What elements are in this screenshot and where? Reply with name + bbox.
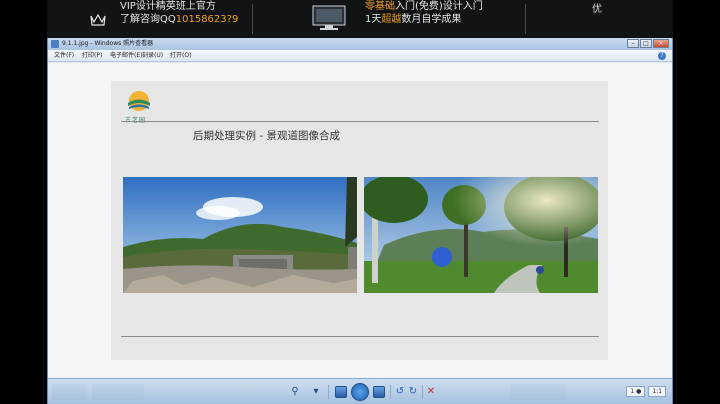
landscape-path-image xyxy=(364,177,598,293)
window-controls: – □ × xyxy=(627,39,669,48)
toolbar-left-area xyxy=(52,384,86,400)
monitor-icon xyxy=(312,5,346,30)
promo-zero-label: 零基础 xyxy=(365,1,395,12)
previous-button[interactable] xyxy=(335,386,347,398)
slide-title: 后期处理实例 - 景观道图像合成 xyxy=(193,130,340,142)
promo-left-text: VIP设计精英班上官方 了解咨询QQ10158623?9 xyxy=(120,0,238,38)
banner-divider xyxy=(252,4,253,34)
toolbar-separator xyxy=(328,385,329,399)
slide-image: 古艺园 后期处理实例 - 景观道图像合成 xyxy=(111,81,608,360)
promo-result-label: 数月自学成果 xyxy=(401,14,462,25)
crown-icon xyxy=(90,13,106,26)
promo-qq-number: 10158623?9 xyxy=(175,14,239,25)
banner-divider xyxy=(525,4,526,34)
minimize-button[interactable]: – xyxy=(627,39,639,48)
viewer-toolbar: ⚲ ▾ ↺ ↻ ✕ 1 ● 1:1 xyxy=(48,378,672,404)
menu-file[interactable]: 文件(F) xyxy=(54,50,74,62)
window-title: 9.1.1.jpg - Windows 照片查看器 xyxy=(62,40,154,47)
image-display-area[interactable]: 古艺园 后期处理实例 - 景观道图像合成 xyxy=(48,63,672,378)
maximize-button[interactable]: □ xyxy=(640,39,652,48)
photo-viewer-app-icon xyxy=(51,40,59,48)
promo-vip-label: VIP设计精英班 xyxy=(120,1,186,12)
logo-text: 古艺园 xyxy=(125,115,146,124)
top-divider xyxy=(121,121,599,122)
promo-middle-text: 零基础入门(免费)设计入门 1天超越数月自学成果 xyxy=(365,0,483,38)
menu-open[interactable]: 打开(O) xyxy=(170,50,191,62)
rotate-left-icon[interactable]: ↺ xyxy=(394,386,406,398)
toolbar-separator xyxy=(422,385,423,399)
menu-burn[interactable]: 刻录(U) xyxy=(142,50,163,62)
menu-bar: 文件(F) 打印(P) 电子邮件(E) 刻录(U) 打开(O) ? xyxy=(48,50,672,62)
zoom-level-field[interactable]: 1 ● xyxy=(626,386,646,397)
logo-icon xyxy=(128,91,150,111)
help-icon[interactable]: ? xyxy=(658,52,666,60)
toolbar-left-area xyxy=(92,384,144,400)
actual-size-icon[interactable]: ▾ xyxy=(310,386,322,398)
promo-right-text: 优 xyxy=(592,4,602,15)
promo-vip-suffix: 上官方 xyxy=(185,1,216,12)
close-button[interactable]: × xyxy=(653,39,669,48)
promo-qq-label: 了解咨询QQ xyxy=(120,14,176,25)
title-bar: 9.1.1.jpg - Windows 照片查看器 – □ × xyxy=(48,38,672,50)
promo-free-label: 入门(免费)设计入门 xyxy=(395,1,483,12)
menu-print[interactable]: 打印(P) xyxy=(82,50,102,62)
photo-viewer-window: 9.1.1.jpg - Windows 照片查看器 – □ × 文件(F) 打印… xyxy=(47,38,673,404)
bottom-divider xyxy=(121,336,599,337)
menu-email[interactable]: 电子邮件(E) xyxy=(110,50,142,62)
after-photo xyxy=(364,177,598,293)
promo-day-label: 1天 xyxy=(365,14,382,25)
slideshow-button[interactable] xyxy=(351,383,369,401)
zoom-icon[interactable]: ⚲ xyxy=(289,386,301,398)
zoom-mode-field[interactable]: 1:1 xyxy=(648,386,666,397)
toolbar-separator xyxy=(390,385,391,399)
delete-icon[interactable]: ✕ xyxy=(425,386,437,398)
toolbar-right-area xyxy=(510,384,566,400)
promo-beyond-label: 超越 xyxy=(381,14,402,25)
before-photo xyxy=(123,177,357,293)
next-button[interactable] xyxy=(373,386,385,398)
quarry-site-image xyxy=(123,177,357,293)
promo-banner: VIP设计精英班上官方 了解咨询QQ10158623?9 零基础入门(免费)设计… xyxy=(47,0,673,38)
zoom-controls: 1 ● 1:1 xyxy=(626,386,666,397)
rotate-right-icon[interactable]: ↻ xyxy=(407,386,419,398)
